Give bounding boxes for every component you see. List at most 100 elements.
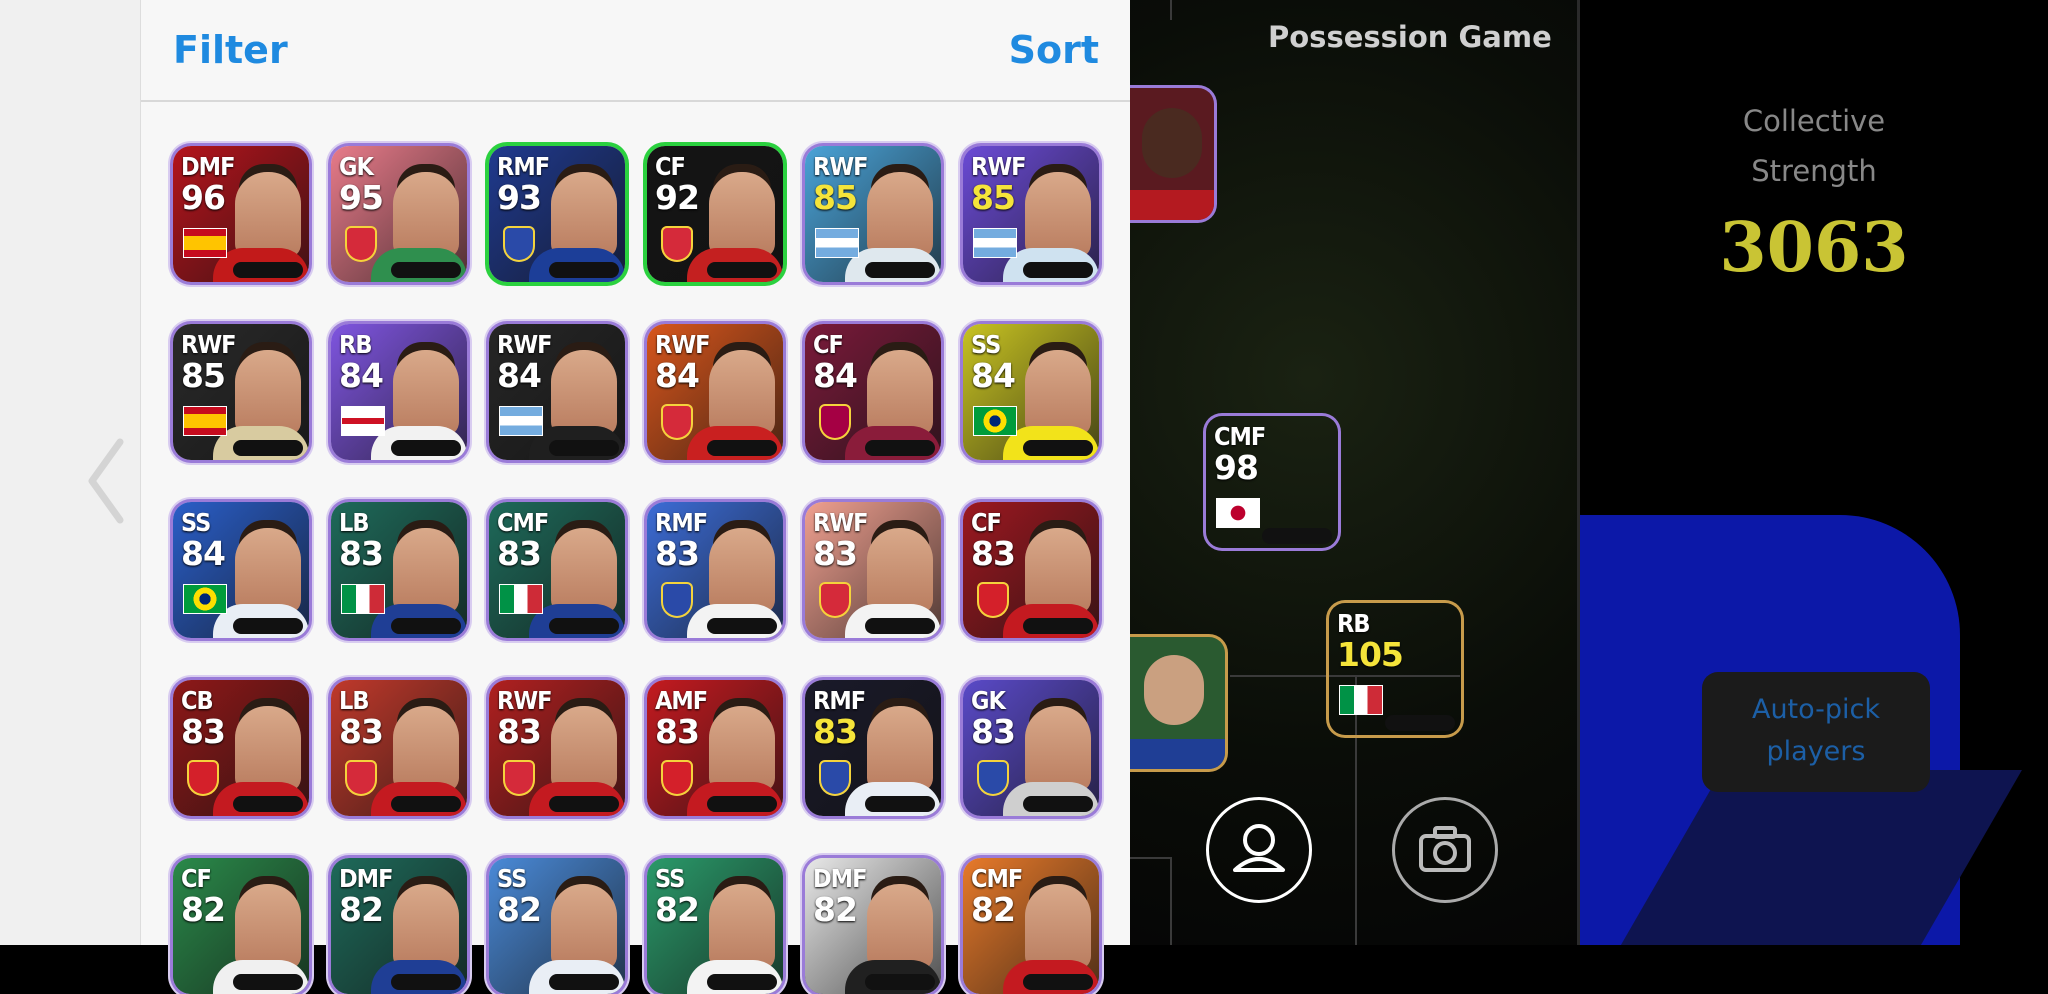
card-skill-bar [707, 440, 777, 456]
card-skill-bar [391, 262, 461, 278]
player-card[interactable]: CF 92 [647, 146, 783, 282]
rating-value: 84 [971, 356, 1016, 395]
club-badge-icon [503, 760, 535, 796]
player-photo [235, 172, 301, 258]
player-card[interactable]: CMF 82 [963, 858, 1099, 994]
player-card[interactable]: RMF 83 [805, 680, 941, 816]
position-label: GK [971, 686, 1006, 715]
rating-value: 82 [339, 890, 384, 929]
card-skill-bar [391, 796, 461, 812]
player-card[interactable]: SS 82 [647, 858, 783, 994]
player-card[interactable]: RWF 85 [963, 146, 1099, 282]
player-card[interactable]: SS 82 [489, 858, 625, 994]
rating-value: 93 [497, 178, 542, 217]
rating-value: 83 [339, 712, 384, 751]
position-label: RWF [497, 686, 553, 715]
pitch-line [1170, 0, 1172, 20]
rating-value: 105 [1337, 635, 1404, 674]
card-skill-bar [1023, 796, 1093, 812]
player-photo [551, 350, 617, 436]
player-card[interactable]: SS 84 [173, 502, 309, 638]
player-photo [393, 528, 459, 614]
rating-value: 95 [339, 178, 384, 217]
position-label: CF [181, 864, 212, 893]
rating-value: 96 [181, 178, 226, 217]
player-card[interactable]: CF 83 [963, 502, 1099, 638]
player-photo [235, 706, 301, 792]
player-photo [709, 884, 775, 970]
field-player-card-rb[interactable]: RB 105 [1329, 603, 1461, 735]
player-card[interactable]: GK 83 [963, 680, 1099, 816]
position-label: SS [497, 864, 527, 893]
player-card[interactable]: CF 84 [805, 324, 941, 460]
player-card[interactable]: CMF 83 [489, 502, 625, 638]
player-card[interactable]: RMF 93 [489, 146, 625, 282]
player-card[interactable]: DMF 96 [173, 146, 309, 282]
position-label: RB [339, 330, 372, 359]
field-player-card-cmf[interactable]: CMF 98 [1206, 416, 1338, 548]
rating-value: 82 [181, 890, 226, 929]
club-badge-icon [661, 226, 693, 262]
player-card[interactable]: RWF 84 [489, 324, 625, 460]
player-card[interactable]: CF 82 [173, 858, 309, 994]
rating-value: 98 [1214, 448, 1259, 487]
position-label: CF [813, 330, 844, 359]
camera-button[interactable] [1392, 797, 1498, 903]
player-photo [551, 172, 617, 258]
player-card[interactable]: RWF 83 [805, 502, 941, 638]
card-skill-bar [1385, 715, 1455, 731]
card-skill-bar [1262, 528, 1332, 544]
club-badge-icon [661, 582, 693, 618]
rating-value: 83 [497, 534, 542, 573]
player-card[interactable]: GK 95 [331, 146, 467, 282]
rating-value: 83 [497, 712, 542, 751]
position-label: CMF [1214, 422, 1266, 451]
back-chevron-icon[interactable] [86, 438, 126, 524]
player-photo [867, 706, 933, 792]
rating-value: 83 [813, 712, 858, 751]
rating-value: 82 [971, 890, 1016, 929]
player-card[interactable]: LB 83 [331, 680, 467, 816]
card-skill-bar [865, 440, 935, 456]
card-skill-bar [865, 974, 935, 990]
player-card[interactable]: DMF 82 [805, 858, 941, 994]
player-card[interactable]: SS 84 [963, 324, 1099, 460]
collective-strength-label: Collective [1742, 104, 1886, 138]
card-skill-bar [233, 796, 303, 812]
player-list-panel: Filter Sort DMF 96 GK 95 RMF 93 CF 92 RWF 85 RWF 85… [140, 0, 1131, 994]
auto-pick-players-button[interactable]: Auto-pick players [1702, 672, 1930, 792]
nationality-flag-icon [183, 406, 227, 436]
card-skill-bar [549, 974, 619, 990]
player-card[interactable]: RWF 85 [805, 146, 941, 282]
player-card[interactable]: RB 84 [331, 324, 467, 460]
player-card[interactable]: CB 83 [173, 680, 309, 816]
rating-value: 85 [813, 178, 858, 217]
position-label: SS [971, 330, 1001, 359]
position-label: RMF [655, 508, 708, 537]
club-badge-icon [977, 760, 1009, 796]
player-profile-button[interactable] [1206, 797, 1312, 903]
player-card[interactable]: RWF 84 [647, 324, 783, 460]
filter-button[interactable]: Filter [173, 28, 288, 72]
position-label: RMF [497, 152, 550, 181]
player-card[interactable]: RWF 83 [489, 680, 625, 816]
player-card[interactable]: RWF 85 [173, 324, 309, 460]
player-card[interactable]: LB 83 [331, 502, 467, 638]
player-card[interactable]: DMF 82 [331, 858, 467, 994]
field-player-card[interactable] [1130, 637, 1225, 769]
club-badge-icon [661, 404, 693, 440]
player-photo [393, 350, 459, 436]
rating-value: 83 [813, 534, 858, 573]
position-label: LB [339, 686, 370, 715]
card-skill-bar [707, 262, 777, 278]
sort-button[interactable]: Sort [1009, 28, 1099, 72]
card-skill-bar [233, 262, 303, 278]
position-label: CF [655, 152, 686, 181]
position-label: LB [339, 508, 370, 537]
nationality-flag-icon [1339, 685, 1383, 715]
club-badge-icon [819, 760, 851, 796]
player-card[interactable]: RMF 83 [647, 502, 783, 638]
player-card[interactable]: AMF 83 [647, 680, 783, 816]
field-player-card[interactable] [1130, 88, 1214, 220]
club-badge-icon [819, 582, 851, 618]
